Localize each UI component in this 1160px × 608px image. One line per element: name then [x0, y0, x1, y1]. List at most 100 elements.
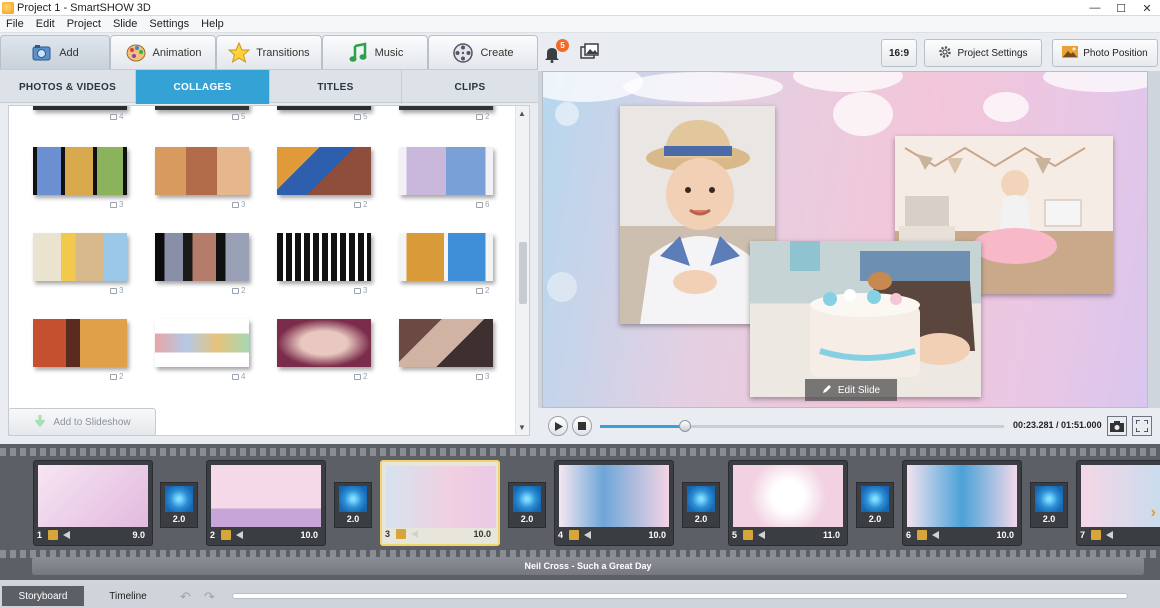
edit-slide-icon[interactable] [743, 530, 754, 540]
audio-icon [584, 531, 592, 539]
tab-storyboard[interactable]: Storyboard [2, 586, 84, 606]
timeline-scrollbar[interactable] [232, 593, 1128, 599]
tab-add[interactable]: Add [0, 35, 110, 69]
undo-icon[interactable]: ↶ [180, 589, 191, 605]
gear-icon [938, 45, 952, 62]
storyboard-slide[interactable]: 4 10.0 [554, 460, 674, 546]
transition-item[interactable]: 2.0 [334, 482, 372, 528]
collage-thumbnail[interactable] [277, 233, 371, 281]
add-media-icon [31, 42, 53, 64]
slide-info: 7 [1080, 528, 1157, 542]
slide-thumbnail [211, 465, 321, 527]
gallery-scrollbar[interactable]: ▲ ▼ [515, 106, 529, 435]
collage-thumbnail[interactable] [399, 319, 493, 367]
aspect-ratio-button[interactable]: 16:9 [881, 39, 917, 67]
subtab-titles[interactable]: TITLES [270, 70, 402, 104]
slide-preview[interactable]: Edit Slide [542, 71, 1148, 408]
tab-music[interactable]: Music [322, 35, 428, 69]
menu-bar: File Edit Project Slide Settings Help [0, 16, 1160, 33]
menu-help[interactable]: Help [195, 18, 230, 30]
scroll-up-icon[interactable]: ▲ [518, 109, 526, 118]
transition-item[interactable]: 2.0 [682, 482, 720, 528]
play-button[interactable] [548, 416, 568, 436]
photo-position-button[interactable]: Photo Position [1052, 39, 1158, 67]
collage-thumbnail[interactable] [155, 319, 249, 367]
transition-item[interactable]: 2.0 [1030, 482, 1068, 528]
edit-slide-button[interactable]: Edit Slide [805, 379, 897, 401]
collage-thumbnail[interactable] [33, 319, 127, 367]
transition-thumbnail [165, 486, 193, 512]
cloud-decoration [793, 72, 903, 92]
menu-file[interactable]: File [0, 18, 30, 30]
menu-slide[interactable]: Slide [107, 18, 143, 30]
fullscreen-button[interactable] [1132, 416, 1152, 436]
sub-tabs: PHOTOS & VIDEOS COLLAGES TITLES CLIPS [0, 69, 538, 104]
storyboard-slide[interactable]: 2 10.0 [206, 460, 326, 546]
menu-project[interactable]: Project [61, 18, 107, 30]
subtab-photos-videos[interactable]: PHOTOS & VIDEOS [0, 70, 136, 104]
transition-item[interactable]: 2.0 [160, 482, 198, 528]
storyboard-slide[interactable]: 5 11.0 [728, 460, 848, 546]
edit-slide-icon[interactable] [48, 530, 59, 540]
subtab-clips[interactable]: CLIPS [402, 70, 538, 104]
edit-slide-icon[interactable] [1091, 530, 1102, 540]
edit-slide-icon[interactable] [221, 530, 232, 540]
slide-thumbnail [907, 465, 1017, 527]
collage-thumbnail[interactable] [155, 233, 249, 281]
bubble-decoration [555, 102, 579, 126]
collage-thumbnail[interactable] [399, 106, 493, 110]
storyboard: 1 9.0 2.0 2 10.0 2.0 3 10.0 2.0 4 10.0 2.0 5… [0, 444, 1160, 580]
edit-slide-icon[interactable] [917, 530, 928, 540]
snapshot-button[interactable] [1107, 416, 1127, 436]
stop-button[interactable] [572, 416, 592, 436]
subtab-collages[interactable]: COLLAGES [136, 70, 270, 104]
music-track[interactable]: Neil Cross - Such a Great Day [32, 557, 1144, 575]
collage-thumbnail[interactable] [399, 147, 493, 195]
redo-icon[interactable]: ↷ [204, 589, 215, 605]
storyboard-slide[interactable]: 1 9.0 [33, 460, 153, 546]
scrollbar-thumb[interactable] [519, 242, 527, 304]
project-settings-button[interactable]: Project Settings [924, 39, 1042, 67]
tab-transitions[interactable]: Transitions [216, 35, 322, 69]
tab-animation[interactable]: Animation [110, 35, 216, 69]
collage-thumbnail[interactable] [33, 147, 127, 195]
slide-thumbnail [1081, 465, 1160, 527]
chevron-right-icon[interactable]: › [1151, 504, 1156, 522]
collage-thumbnail[interactable] [399, 233, 493, 281]
maximize-icon[interactable]: ☐ [1108, 0, 1134, 16]
collage-thumbnail[interactable] [33, 106, 127, 110]
library-panel: Add Animation Transitions Music Create P… [0, 33, 538, 444]
storyboard-slide-selected[interactable]: 3 10.0 [380, 460, 500, 546]
playhead-handle[interactable] [678, 420, 691, 432]
photo-count: 2 [476, 112, 489, 121]
photo-count: 3 [232, 200, 245, 209]
tab-timeline[interactable]: Timeline [88, 586, 168, 606]
project-settings-label: Project Settings [957, 47, 1028, 59]
collage-photo[interactable] [750, 241, 981, 397]
transition-item[interactable]: 2.0 [856, 482, 894, 528]
edit-slide-icon[interactable] [396, 529, 407, 539]
playback-track[interactable] [600, 420, 1004, 432]
tab-create[interactable]: Create [428, 35, 538, 69]
menu-settings[interactable]: Settings [143, 18, 195, 30]
close-icon[interactable]: ✕ [1134, 0, 1160, 16]
bottom-bar: Storyboard Timeline ↶ ↷ [0, 584, 1160, 608]
scroll-down-icon[interactable]: ▼ [518, 423, 526, 432]
collage-thumbnail[interactable] [155, 106, 249, 110]
transition-item[interactable]: 2.0 [508, 482, 546, 528]
collage-thumbnail[interactable] [277, 106, 371, 110]
minimize-icon[interactable]: — [1082, 0, 1108, 16]
collage-thumbnail[interactable] [277, 147, 371, 195]
add-to-slideshow-button[interactable]: Add to Slideshow [8, 408, 156, 436]
collage-thumbnail[interactable] [155, 147, 249, 195]
photo-gallery-icon[interactable] [580, 43, 600, 64]
edit-slide-icon[interactable] [569, 530, 580, 540]
storyboard-slide[interactable]: 6 10.0 [902, 460, 1022, 546]
menu-edit[interactable]: Edit [30, 18, 61, 30]
storyboard-slide[interactable]: 7 [1076, 460, 1160, 546]
notifications-button[interactable]: 5 [544, 39, 569, 63]
cloud-decoration [833, 92, 893, 136]
collage-thumbnail[interactable] [33, 233, 127, 281]
collage-thumbnail[interactable] [277, 319, 371, 367]
film-reel-icon [452, 42, 474, 64]
